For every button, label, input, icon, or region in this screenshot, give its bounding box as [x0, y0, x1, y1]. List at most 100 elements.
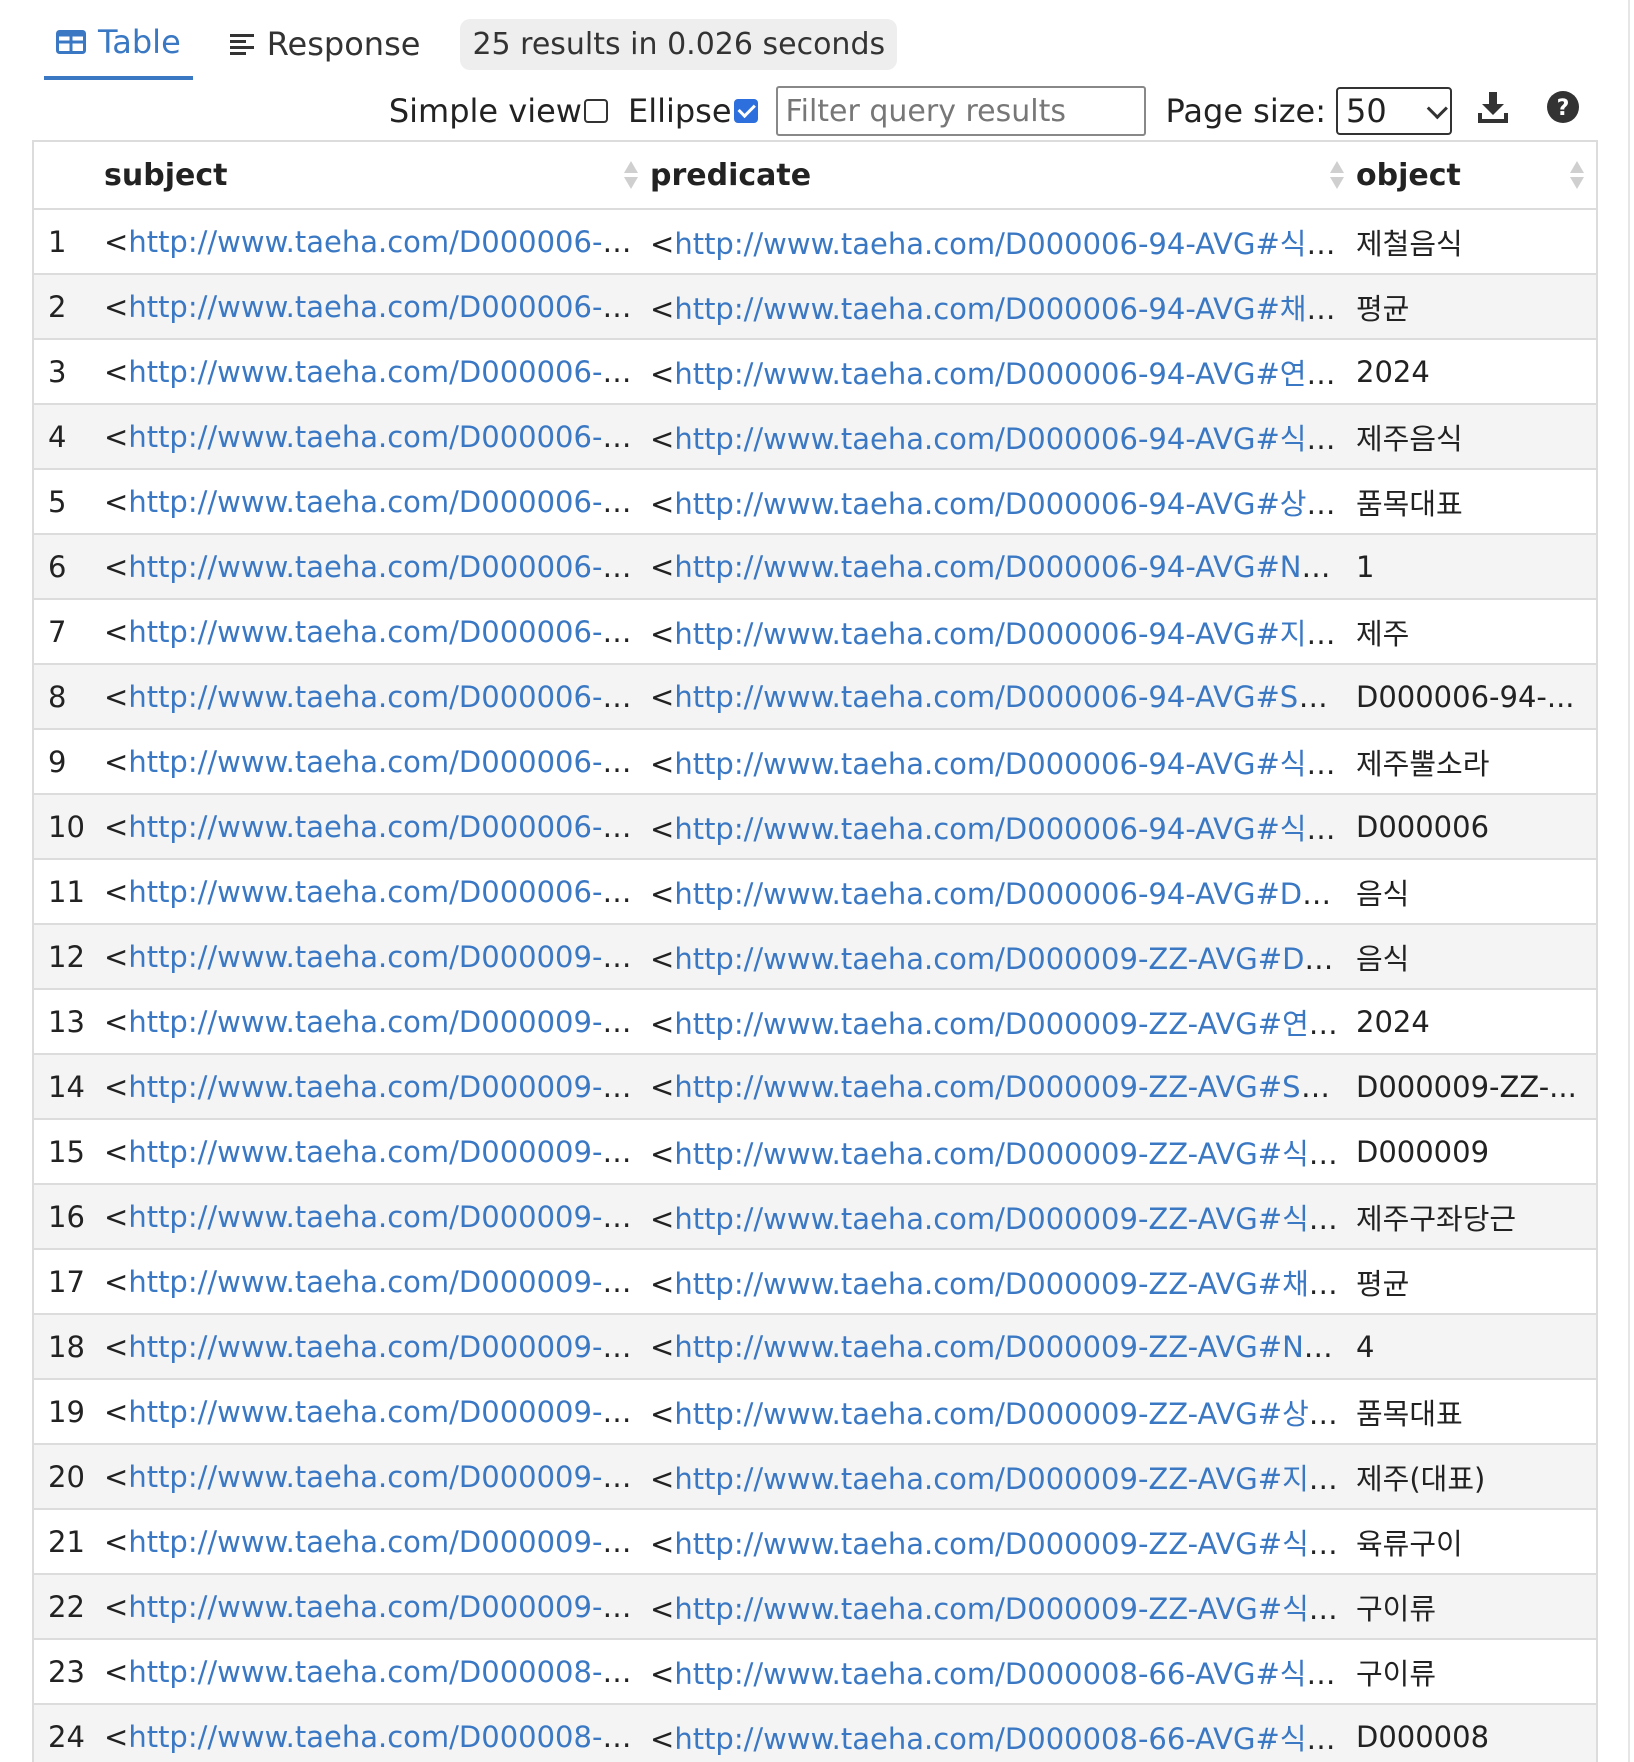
uri-open-bracket: <	[104, 809, 129, 844]
tab-response[interactable]: Response	[217, 8, 433, 80]
table-row: 21 <http://www.taeha.com/D000009-ZZ... <ht…	[34, 1508, 1596, 1574]
uri-link[interactable]: http://www.taeha.com/D000009-ZZ-AVG#상용제.…	[674, 1397, 1346, 1431]
row-number: 24	[34, 1703, 104, 1762]
uri-link[interactable]: http://www.taeha.com/D000006-94-AVG#채취시.…	[674, 292, 1346, 326]
filter-query-results-input[interactable]	[775, 86, 1146, 136]
uri-link[interactable]: http://www.taeha.com/D000009-ZZ...	[128, 1590, 640, 1624]
uri-link[interactable]: http://www.taeha.com/D000006-94...	[128, 290, 640, 324]
uri-link[interactable]: http://www.taeha.com/D000006-94...	[128, 810, 640, 844]
uri-open-bracket: <	[104, 1394, 129, 1429]
page-size-value: 50	[1346, 92, 1387, 130]
uri-link[interactable]: http://www.taeha.com/D000006-94-AVG#SAM.…	[674, 680, 1346, 714]
table-row: 18 <http://www.taeha.com/D000009-ZZ... <ht…	[34, 1313, 1596, 1379]
uri-open-bracket: <	[104, 1719, 129, 1754]
uri-open-bracket: <	[650, 1526, 675, 1561]
uri-link[interactable]: http://www.taeha.com/D000006-94...	[128, 745, 640, 779]
uri-link[interactable]: http://www.taeha.com/D000009-ZZ...	[128, 1525, 640, 1559]
uri-link[interactable]: http://www.taeha.com/D000006-94...	[128, 355, 640, 389]
uri-value: <http://www.taeha.com/D000009-ZZ...	[104, 1265, 640, 1299]
uri-link[interactable]: http://www.taeha.com/D000006-94-AVG#식품명	[674, 747, 1346, 781]
predicate-cell: <http://www.taeha.com/D000009-ZZ-AVG#식품상…	[650, 1508, 1356, 1574]
object-cell: 제주음식	[1356, 403, 1596, 469]
uri-link[interactable]: http://www.taeha.com/D000008-66-AVG#식품대.…	[674, 1657, 1346, 1691]
uri-link[interactable]: http://www.taeha.com/D000008-66...	[128, 1720, 640, 1754]
uri-link[interactable]: http://www.taeha.com/D000009-ZZ-AVG#식품상.…	[674, 1527, 1346, 1561]
predicate-cell: <http://www.taeha.com/D000008-66-AVG#식품코…	[650, 1703, 1356, 1762]
uri-value: <http://www.taeha.com/D000006-94-AVG#식품상…	[650, 416, 1346, 458]
download-button[interactable]	[1478, 91, 1508, 131]
object-cell: 평균	[1356, 1248, 1596, 1314]
uri-link[interactable]: http://www.taeha.com/D000006-94...	[128, 615, 640, 649]
uri-open-bracket: <	[650, 876, 675, 911]
ellipse-checkbox[interactable]	[733, 99, 758, 123]
uri-link[interactable]: http://www.taeha.com/D000009-ZZ-AVG#SAM.…	[674, 1070, 1346, 1104]
uri-link[interactable]: http://www.taeha.com/D000006-94...	[128, 875, 640, 909]
uri-link[interactable]: http://www.taeha.com/D000006-94-AVG#식품대.…	[674, 227, 1346, 261]
uri-link[interactable]: http://www.taeha.com/D000009-ZZ-AVG#식품코.…	[674, 1137, 1346, 1171]
uri-value: <http://www.taeha.com/D000006-94...	[104, 485, 640, 519]
uri-link[interactable]: http://www.taeha.com/D000009-ZZ...	[128, 1460, 640, 1494]
uri-link[interactable]: http://www.taeha.com/D000009-ZZ...	[128, 1330, 640, 1364]
uri-link[interactable]: http://www.taeha.com/D000009-ZZ-AVG#식품대.…	[674, 1592, 1346, 1626]
uri-link[interactable]: http://www.taeha.com/D000006-94-AVG#NO	[674, 550, 1330, 584]
uri-link[interactable]: http://www.taeha.com/D000009-ZZ-AVG#연도	[674, 1007, 1337, 1041]
uri-link[interactable]: http://www.taeha.com/D000009-ZZ...	[128, 1395, 640, 1429]
uri-link[interactable]: http://www.taeha.com/D000006-94...	[128, 550, 640, 584]
uri-link[interactable]: http://www.taeha.com/D000006-94-AVG#DB군	[674, 877, 1346, 911]
uri-value: <http://www.taeha.com/D000006-94...	[104, 420, 640, 454]
uri-open-bracket: <	[650, 1006, 675, 1041]
row-number: 4	[34, 403, 104, 469]
simple-view-toggle[interactable]: Simple view	[389, 92, 608, 130]
simple-view-checkbox[interactable]	[583, 99, 608, 123]
uri-link[interactable]: http://www.taeha.com/D000006-94...	[128, 225, 640, 259]
column-header-subject[interactable]: subject	[104, 142, 650, 210]
uri-link[interactable]: http://www.taeha.com/D000006-94...	[128, 420, 640, 454]
uri-link[interactable]: http://www.taeha.com/D000006-94...	[128, 680, 640, 714]
ellipse-toggle[interactable]: Ellipse	[628, 92, 758, 130]
column-header-predicate[interactable]: predicate	[650, 142, 1356, 210]
uri-value: <http://www.taeha.com/D000009-ZZ...	[104, 940, 640, 974]
column-header-label: object	[1356, 157, 1461, 193]
table-row: 23 <http://www.taeha.com/D000008-66... <ht…	[34, 1638, 1596, 1704]
uri-value: <http://www.taeha.com/D000009-ZZ-AVG#연도>	[650, 1001, 1346, 1043]
uri-link[interactable]: http://www.taeha.com/D000009-ZZ-AVG#식품명	[674, 1202, 1346, 1236]
help-button[interactable]: ?	[1546, 90, 1580, 132]
uri-link[interactable]: http://www.taeha.com/D000009-ZZ-AVG#채취시.…	[674, 1267, 1346, 1301]
uri-link[interactable]: http://www.taeha.com/D000009-ZZ...	[128, 1005, 640, 1039]
uri-open-bracket: <	[650, 1656, 675, 1691]
uri-link[interactable]: http://www.taeha.com/D000009-ZZ...	[128, 940, 640, 974]
tab-table[interactable]: Table	[44, 8, 193, 80]
object-cell: 육류구이	[1356, 1508, 1596, 1574]
uri-link[interactable]: http://www.taeha.com/D000009-ZZ...	[128, 1200, 640, 1234]
uri-link[interactable]: http://www.taeha.com/D000008-66...	[128, 1655, 640, 1689]
uri-link[interactable]: http://www.taeha.com/D000006-94-AVG#지역	[674, 617, 1335, 651]
simple-view-label: Simple view	[388, 92, 582, 130]
page-size-select[interactable]: 50	[1336, 87, 1452, 135]
uri-link[interactable]: http://www.taeha.com/D000008-66-AVG#식품코.…	[674, 1722, 1346, 1756]
uri-open-bracket: <	[650, 811, 675, 846]
object-cell: 1	[1356, 533, 1596, 599]
subject-cell: <http://www.taeha.com/D000009-ZZ...	[104, 1118, 650, 1184]
uri-link[interactable]: http://www.taeha.com/D000006-94-AVG#식품코.…	[674, 812, 1346, 846]
uri-open-bracket: <	[104, 744, 129, 779]
results-controls: Simple view Ellipse Page size: 50	[389, 86, 1580, 136]
uri-link[interactable]: http://www.taeha.com/D000009-ZZ...	[128, 1135, 640, 1169]
results-table-container: subject predicate object 1 <http://www.ta…	[32, 140, 1598, 1762]
uri-value: <http://www.taeha.com/D000006-94...	[104, 745, 640, 779]
uri-value: <http://www.taeha.com/D000009-ZZ...	[104, 1525, 640, 1559]
predicate-cell: <http://www.taeha.com/D000006-94-AVG#식품대…	[650, 208, 1356, 274]
column-header-object[interactable]: object	[1356, 142, 1596, 210]
subject-cell: <http://www.taeha.com/D000009-ZZ...	[104, 923, 650, 989]
uri-link[interactable]: http://www.taeha.com/D000006-94-AVG#연도	[674, 357, 1335, 391]
uri-link[interactable]: http://www.taeha.com/D000006-94...	[128, 485, 640, 519]
uri-open-bracket: <	[104, 1264, 129, 1299]
uri-link[interactable]: http://www.taeha.com/D000009-ZZ-AVG#DB군	[674, 942, 1346, 976]
object-cell: 구이류	[1356, 1573, 1596, 1639]
uri-link[interactable]: http://www.taeha.com/D000009-ZZ-AVG#지역	[674, 1462, 1337, 1496]
uri-link[interactable]: http://www.taeha.com/D000006-94-AVG#식품상.…	[674, 422, 1346, 456]
uri-link[interactable]: http://www.taeha.com/D000006-94-AVG#상용제.…	[674, 487, 1346, 521]
predicate-cell: <http://www.taeha.com/D000009-ZZ-AVG#SAM…	[650, 1053, 1356, 1119]
uri-link[interactable]: http://www.taeha.com/D000009-ZZ...	[128, 1265, 640, 1299]
uri-link[interactable]: http://www.taeha.com/D000009-ZZ-AVG#NO	[674, 1330, 1332, 1364]
uri-link[interactable]: http://www.taeha.com/D000009-ZZ...	[128, 1070, 640, 1104]
